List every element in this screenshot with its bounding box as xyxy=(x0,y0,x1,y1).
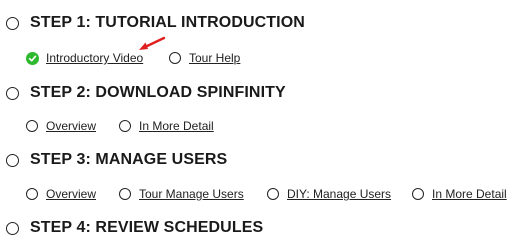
radio-empty-icon[interactable] xyxy=(26,120,38,132)
link-overview[interactable]: Overview xyxy=(26,185,96,203)
link-label[interactable]: In More Detail xyxy=(432,187,507,201)
link-label[interactable]: Introductory Video xyxy=(46,51,143,65)
link-label[interactable]: Tour Manage Users xyxy=(139,187,244,201)
step-2-heading[interactable]: STEP 2: DOWNLOAD SPINFINITY xyxy=(6,81,286,105)
link-tour-manage-users[interactable]: Tour Manage Users xyxy=(119,185,244,203)
radio-empty-icon[interactable] xyxy=(119,120,131,132)
radio-empty-icon[interactable] xyxy=(267,188,279,200)
radio-empty-icon[interactable] xyxy=(169,52,181,64)
link-label[interactable]: In More Detail xyxy=(139,119,214,133)
step-1-title: STEP 1: TUTORIAL INTRODUCTION xyxy=(30,14,305,31)
radio-empty-icon[interactable] xyxy=(26,188,38,200)
link-in-more-detail[interactable]: In More Detail xyxy=(119,117,214,135)
check-circle-icon xyxy=(26,51,39,65)
step-3-title: STEP 3: MANAGE USERS xyxy=(30,151,228,168)
link-introductory-video[interactable]: Introductory Video xyxy=(26,49,143,67)
link-in-more-detail[interactable]: In More Detail xyxy=(412,185,507,203)
link-label[interactable]: Tour Help xyxy=(189,51,240,65)
step-4-heading[interactable]: STEP 4: REVIEW SCHEDULES xyxy=(6,216,263,240)
red-arrow-icon xyxy=(139,36,166,50)
link-tour-help[interactable]: Tour Help xyxy=(169,49,240,67)
link-overview[interactable]: Overview xyxy=(26,117,96,135)
step-3-radio-icon[interactable] xyxy=(6,153,19,167)
step-2-radio-icon[interactable] xyxy=(6,86,19,100)
step-4-title: STEP 4: REVIEW SCHEDULES xyxy=(30,219,264,236)
link-diy-manage-users[interactable]: DIY: Manage Users xyxy=(267,185,391,203)
radio-empty-icon[interactable] xyxy=(119,188,131,200)
step-3-heading[interactable]: STEP 3: MANAGE USERS xyxy=(6,148,227,172)
radio-empty-icon[interactable] xyxy=(412,188,424,200)
link-label[interactable]: DIY: Manage Users xyxy=(287,187,391,201)
step-1-radio-icon[interactable] xyxy=(6,16,19,30)
step-2-title: STEP 2: DOWNLOAD SPINFINITY xyxy=(30,84,286,101)
step-4-radio-icon[interactable] xyxy=(6,221,19,235)
step-1-heading[interactable]: STEP 1: TUTORIAL INTRODUCTION xyxy=(6,11,305,35)
link-label[interactable]: Overview xyxy=(46,187,96,201)
link-label[interactable]: Overview xyxy=(46,119,96,133)
